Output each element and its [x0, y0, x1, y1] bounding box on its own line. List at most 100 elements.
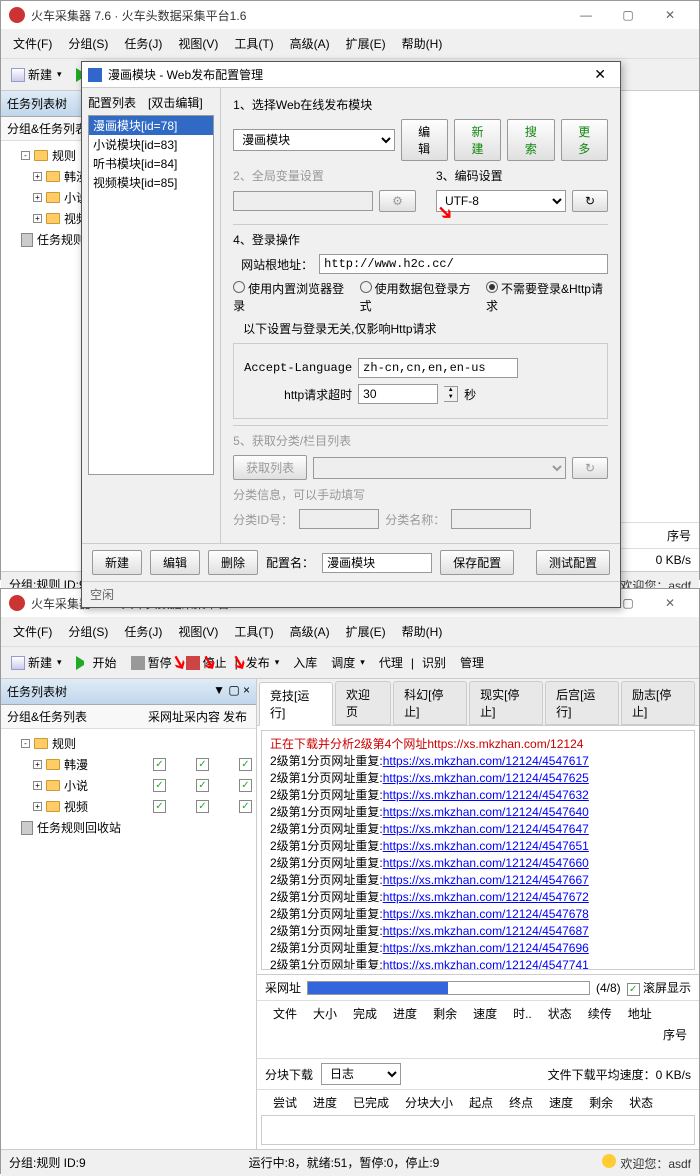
publish-button[interactable]: 发布▾ — [240, 651, 286, 674]
content-checkbox[interactable]: ✓ — [196, 800, 209, 813]
new-button[interactable]: 新建▾ — [5, 651, 68, 674]
menu-task[interactable]: 任务(J) — [116, 619, 170, 644]
list-item[interactable]: 漫画模块[id=78] — [89, 116, 213, 135]
encoding-refresh-button[interactable]: ↻ — [572, 190, 608, 212]
login-browser-radio[interactable]: 使用内置浏览器登录 — [233, 280, 349, 314]
tab[interactable]: 欢迎页 — [335, 681, 391, 725]
detect-button[interactable]: 识别 — [416, 651, 452, 674]
menu-view[interactable]: 视图(V) — [170, 619, 226, 644]
log-url[interactable]: https://xs.mkzhan.com/12124/4547647 — [383, 822, 589, 836]
test-config-button[interactable]: 测试配置 — [536, 550, 610, 575]
new-module-button[interactable]: 新建 — [454, 119, 501, 161]
root-url-input[interactable] — [319, 254, 608, 274]
log-url[interactable]: https://xs.mkzhan.com/12124/4547678 — [383, 907, 589, 921]
log-url[interactable]: https://xs.mkzhan.com/12124/4547672 — [383, 890, 589, 904]
module-select[interactable]: 漫画模块 — [233, 129, 394, 151]
timeout-spinner[interactable]: ▲▼ — [444, 386, 458, 402]
more-module-button[interactable]: 更多 — [561, 119, 608, 161]
url-checkbox[interactable]: ✓ — [153, 779, 166, 792]
config-listbox[interactable]: 漫画模块[id=78]小说模块[id=83]听书模块[id=84]视频模块[id… — [88, 115, 214, 475]
publish-checkbox[interactable]: ✓ — [239, 800, 252, 813]
log-url[interactable]: https://xs.mkzhan.com/12124/4547640 — [383, 805, 589, 819]
menu-ext[interactable]: 扩展(E) — [338, 619, 394, 644]
dispatch-button[interactable]: 调度▾ — [325, 651, 371, 674]
timeout-input[interactable] — [358, 384, 438, 404]
publish-checkbox[interactable]: ✓ — [239, 758, 252, 771]
menu-file[interactable]: 文件(F) — [5, 31, 60, 56]
menubar: 文件(F) 分组(S) 任务(J) 视图(V) 工具(T) 高级(A) 扩展(E… — [1, 617, 699, 647]
menu-group[interactable]: 分组(S) — [60, 619, 116, 644]
tab[interactable]: 励志[停止] — [621, 681, 695, 725]
start-button[interactable]: 开始 — [70, 651, 123, 674]
close-button[interactable]: ✕ — [649, 589, 691, 617]
login-packet-radio[interactable]: 使用数据包登录方式 — [360, 280, 476, 314]
maximize-button[interactable]: ▢ — [607, 1, 649, 29]
login-none-radio[interactable]: 不需要登录&Http请求 — [486, 280, 608, 314]
stop-button[interactable]: 停止 — [180, 651, 233, 674]
log-url[interactable]: https://xs.mkzhan.com/12124/4547660 — [383, 856, 589, 870]
minimize-button[interactable]: — — [565, 1, 607, 29]
menu-help[interactable]: 帮助(H) — [394, 31, 451, 56]
sidebar-tab[interactable]: 分组&任务列表 — [7, 120, 87, 137]
sidebar-tab[interactable]: 分组&任务列表 — [7, 708, 148, 725]
log-url[interactable]: https://xs.mkzhan.com/12124/4547632 — [383, 788, 589, 802]
tree-item[interactable]: -规则 — [5, 733, 252, 754]
menu-tools[interactable]: 工具(T) — [226, 31, 281, 56]
proxy-button[interactable]: 代理 — [373, 651, 409, 674]
tree-item[interactable]: +小说✓✓✓ — [5, 775, 252, 796]
manage-button[interactable]: 管理 — [454, 651, 490, 674]
accept-lang-input[interactable] — [358, 358, 518, 378]
config-list-label: 配置列表 [双击编辑] — [88, 94, 214, 111]
import-button[interactable]: 入库 — [287, 651, 323, 674]
config-name-input[interactable] — [322, 553, 432, 573]
footer-edit-button[interactable]: 编辑 — [150, 550, 200, 575]
search-module-button[interactable]: 搜索 — [507, 119, 554, 161]
pause-button[interactable]: 暂停 — [125, 651, 178, 674]
log-url[interactable]: https://xs.mkzhan.com/12124/4547617 — [383, 754, 589, 768]
menu-help[interactable]: 帮助(H) — [394, 619, 451, 644]
menu-group[interactable]: 分组(S) — [60, 31, 116, 56]
log-output[interactable]: 正在下载并分析2级第4个网址https://xs.mkzhan.com/1212… — [261, 730, 695, 970]
dialog-status: 空闲 — [82, 581, 620, 607]
log-url[interactable]: https://xs.mkzhan.com/12124/4547651 — [383, 839, 589, 853]
panel-buttons[interactable]: ▼ ▢ × — [213, 683, 250, 700]
tree-item[interactable]: +视频✓✓✓ — [5, 796, 252, 817]
log-url[interactable]: https://xs.mkzhan.com/12124/4547741 — [383, 958, 589, 970]
content-checkbox[interactable]: ✓ — [196, 779, 209, 792]
speed-label: 0 KB/s — [656, 553, 691, 567]
url-checkbox[interactable]: ✓ — [153, 800, 166, 813]
footer-new-button[interactable]: 新建 — [92, 550, 142, 575]
list-item[interactable]: 视频模块[id=85] — [89, 173, 213, 192]
tab[interactable]: 竞技[运行] — [259, 682, 333, 726]
menu-view[interactable]: 视图(V) — [170, 31, 226, 56]
dialog-close-button[interactable]: ✕ — [586, 66, 614, 83]
content-checkbox[interactable]: ✓ — [196, 758, 209, 771]
menu-ext[interactable]: 扩展(E) — [338, 31, 394, 56]
menu-advanced[interactable]: 高级(A) — [282, 619, 338, 644]
log-url[interactable]: https://xs.mkzhan.com/12124/4547696 — [383, 941, 589, 955]
menu-advanced[interactable]: 高级(A) — [282, 31, 338, 56]
recycle-bin[interactable]: 任务规则回收站 — [5, 817, 252, 838]
tree-item[interactable]: +韩漫✓✓✓ — [5, 754, 252, 775]
log-url[interactable]: https://xs.mkzhan.com/12124/4547625 — [383, 771, 589, 785]
footer-delete-button[interactable]: 删除 — [208, 550, 258, 575]
log-url[interactable]: https://xs.mkzhan.com/12124/4547667 — [383, 873, 589, 887]
log-select[interactable]: 日志 — [321, 1063, 401, 1085]
tab[interactable]: 后宫[运行] — [545, 681, 619, 725]
tab[interactable]: 现实[停止] — [469, 681, 543, 725]
menu-task[interactable]: 任务(J) — [116, 31, 170, 56]
list-item[interactable]: 听书模块[id=84] — [89, 154, 213, 173]
scroll-checkbox[interactable]: ✓ 滚屏显示 — [627, 979, 691, 996]
url-checkbox[interactable]: ✓ — [153, 758, 166, 771]
log-url[interactable]: https://xs.mkzhan.com/12124/4547687 — [383, 924, 589, 938]
publish-checkbox[interactable]: ✓ — [239, 779, 252, 792]
close-button[interactable]: ✕ — [649, 1, 691, 29]
edit-module-button[interactable]: 编辑 — [401, 119, 448, 161]
list-item[interactable]: 小说模块[id=83] — [89, 135, 213, 154]
menu-tools[interactable]: 工具(T) — [226, 619, 281, 644]
menu-file[interactable]: 文件(F) — [5, 619, 60, 644]
encoding-select[interactable]: UTF-8 — [436, 190, 566, 212]
new-button[interactable]: 新建▾ — [5, 63, 68, 86]
tab[interactable]: 科幻[停止] — [393, 681, 467, 725]
save-config-button[interactable]: 保存配置 — [440, 550, 514, 575]
